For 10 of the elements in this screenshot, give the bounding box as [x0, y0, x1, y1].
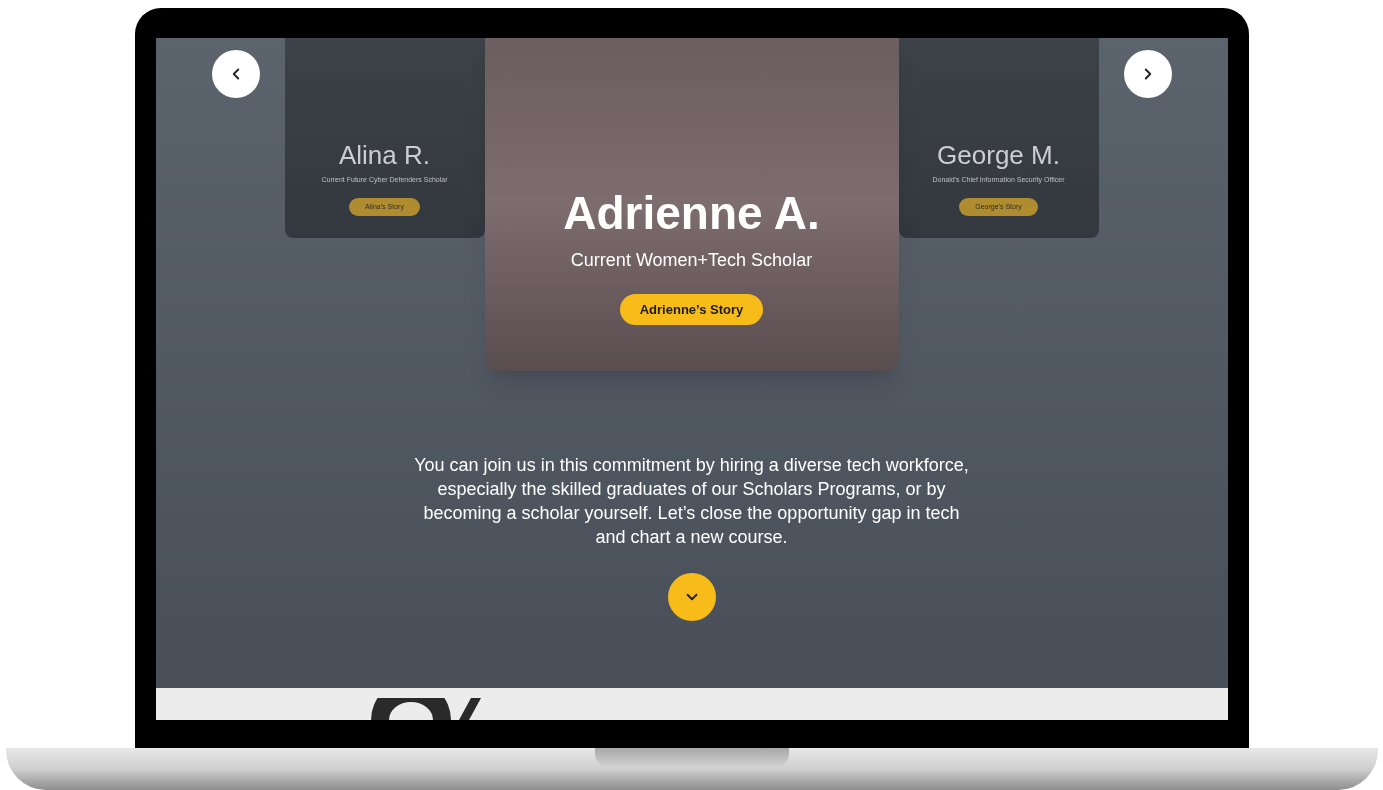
card-name: Alina R. — [338, 138, 430, 171]
previous-button[interactable] — [211, 50, 260, 98]
card-name: George M. — [937, 138, 1060, 171]
featured-name: Adrienne A. — [563, 186, 820, 241]
story-card[interactable]: Adrienne A. Current Women+Tech Scholar Adrienne’s Story — [484, 38, 899, 371]
card-subtitle: Current Women+Tech Scholar — [570, 248, 813, 272]
story-button[interactable]: Adrienne’s Story — [619, 293, 764, 325]
scroll-down-button[interactable] — [667, 573, 716, 621]
commitment-paragraph: You can join us in this commitment by hiring a diverse tech workforce, especially the skilled graduates of our Scholars Programs, or by becoming a scholar yourself. Let’s close the opportunity gap in tech and chart a new course. — [413, 454, 970, 549]
next-button[interactable] — [1123, 50, 1172, 98]
